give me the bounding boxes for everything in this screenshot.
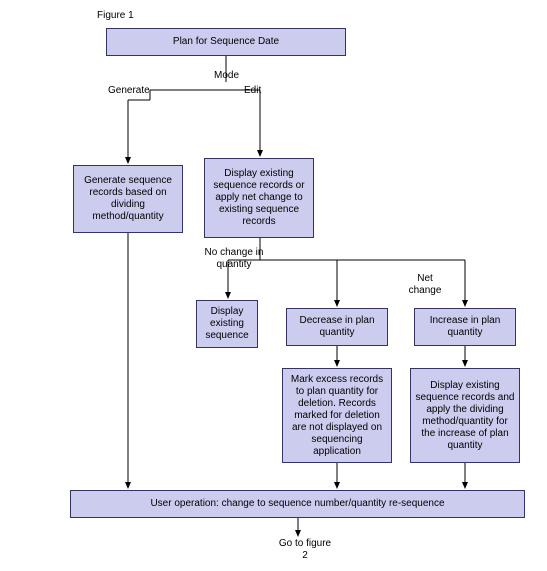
- node-mark-excess: Mark excess records to plan quantity for…: [282, 368, 392, 463]
- node-display-apply: Display existing sequence records and ap…: [410, 368, 520, 463]
- node-plan: Plan for Sequence Date: [106, 28, 346, 56]
- node-increase: Increase in plan quantity: [414, 308, 516, 346]
- node-generate: Generate sequence records based on divid…: [73, 165, 183, 233]
- label-edit: Edit: [244, 85, 261, 97]
- label-generate: Generate: [108, 85, 150, 97]
- flow-lines: [0, 0, 547, 571]
- node-edit: Display existing sequence records or app…: [204, 158, 314, 238]
- label-no-change: No change in quantity: [204, 247, 264, 271]
- label-goto: Go to figure 2: [275, 538, 335, 562]
- label-mode: Mode: [214, 70, 239, 82]
- node-decrease: Decrease in plan quantity: [286, 308, 388, 346]
- figure-title: Figure 1: [97, 10, 134, 22]
- label-net-change: Net change: [400, 273, 450, 297]
- node-user-op: User operation: change to sequence numbe…: [70, 490, 525, 518]
- node-display-existing: Display existing sequence: [196, 300, 258, 348]
